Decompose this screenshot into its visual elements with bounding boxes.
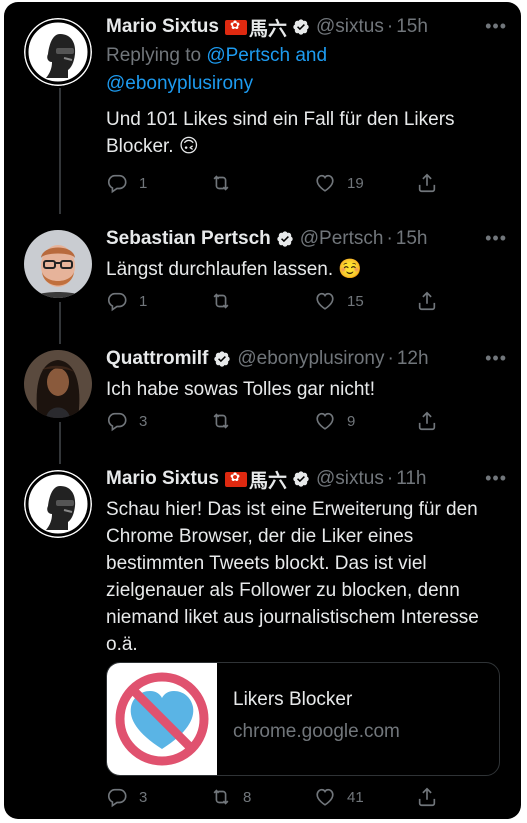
display-name[interactable]: Mario Sixtus	[106, 16, 219, 38]
separator-dot: ·	[386, 16, 394, 37]
share-button[interactable]	[416, 290, 438, 312]
tweet[interactable]: Mario Sixtus 馬六 @sixtus · 11h Schau hier…	[4, 454, 521, 819]
like-icon	[316, 174, 334, 192]
share-button[interactable]	[416, 410, 438, 432]
reply-button[interactable]: 1	[106, 172, 147, 194]
verified-badge-icon	[214, 351, 231, 367]
replying-to: Replying to @Pertsch and @ebonyplusirony	[106, 42, 507, 98]
tweet-thread: Mario Sixtus 馬六 @sixtus · 15h Replying t…	[4, 2, 521, 819]
timestamp[interactable]: 15h	[396, 228, 428, 250]
retweet-button[interactable]	[210, 172, 243, 194]
avatar[interactable]	[24, 230, 92, 298]
handle[interactable]: @Pertsch	[300, 228, 384, 250]
share-button[interactable]	[416, 786, 438, 808]
reply-button[interactable]: 3	[106, 786, 147, 808]
like-button[interactable]: 9	[314, 410, 355, 432]
more-icon[interactable]: •••	[485, 228, 507, 249]
share-icon	[418, 291, 436, 311]
tweet-text: Und 101 Likes sind ein Fall für den Like…	[106, 109, 455, 157]
more-icon[interactable]: •••	[485, 16, 507, 37]
retweet-icon	[213, 175, 229, 191]
display-name[interactable]: Quattromilf	[106, 348, 208, 370]
separator-dot: ·	[387, 348, 394, 369]
like-icon	[316, 412, 334, 430]
avatar[interactable]	[24, 18, 92, 86]
like-count: 15	[347, 292, 364, 310]
retweet-icon	[213, 789, 229, 805]
tweet[interactable]: Sebastian Pertsch @Pertsch · 15h Längst …	[4, 214, 521, 334]
reply-count: 1	[139, 174, 148, 192]
avatar[interactable]	[24, 470, 92, 538]
share-icon	[418, 173, 436, 193]
separator-dot: ·	[386, 468, 394, 489]
tweet-text: Längst durchlaufen lassen. ☺️	[106, 259, 363, 280]
reply-icon	[107, 174, 127, 194]
display-name-cjk: 馬六	[248, 17, 287, 40]
card-title: Likers Blocker	[233, 689, 353, 710]
retweet-button[interactable]	[210, 290, 243, 312]
timestamp[interactable]: 15h	[396, 16, 428, 38]
separator-dot: ·	[386, 228, 393, 249]
retweet-count: 8	[243, 788, 252, 806]
handle[interactable]: @sixtus	[316, 468, 384, 490]
reply-icon	[107, 788, 127, 808]
like-count: 41	[347, 788, 364, 806]
timestamp[interactable]: 11h	[396, 468, 426, 490]
reply-icon	[107, 292, 127, 312]
verified-badge-icon	[293, 19, 309, 35]
retweet-button[interactable]	[210, 410, 243, 432]
reply-count: 3	[139, 788, 148, 806]
display-name-cjk: 馬六	[248, 469, 287, 492]
hong-kong-flag-icon	[224, 18, 247, 35]
verified-badge-icon	[277, 231, 293, 247]
retweet-icon	[213, 293, 229, 309]
card-domain: chrome.google.com	[233, 721, 400, 742]
display-name[interactable]: Mario Sixtus	[106, 468, 219, 490]
share-icon	[418, 411, 436, 431]
share-button[interactable]	[416, 172, 438, 194]
reply-button[interactable]: 1	[106, 290, 147, 312]
tweet-text: Ich habe sowas Tolles gar nicht!	[106, 379, 375, 400]
share-icon	[418, 787, 436, 807]
reply-button[interactable]: 3	[106, 410, 147, 432]
replying-to-label: Replying to	[106, 45, 207, 66]
tweet[interactable]: Mario Sixtus 馬六 @sixtus · 15h Replying t…	[4, 2, 521, 212]
tweet[interactable]: Quattromilf @ebonyplusirony · 12h Ich ha…	[4, 334, 521, 454]
reply-count: 3	[139, 412, 148, 430]
like-button[interactable]: 41	[314, 786, 364, 808]
mention-link[interactable]: @ebonyplusirony	[106, 73, 253, 94]
link-card[interactable]: Likers Blocker chrome.google.com	[106, 662, 500, 776]
more-icon[interactable]: •••	[485, 348, 507, 369]
display-name[interactable]: Sebastian Pertsch	[106, 228, 271, 250]
like-count: 19	[347, 174, 364, 192]
card-thumbnail	[107, 663, 217, 775]
reply-icon	[107, 412, 127, 432]
retweet-icon	[213, 413, 229, 429]
tweet-text: Schau hier! Das ist eine Erweiterung für…	[106, 499, 479, 655]
replying-to-and[interactable]: and	[290, 45, 327, 66]
like-icon	[316, 292, 334, 310]
verified-badge-icon	[293, 471, 309, 487]
more-icon[interactable]: •••	[485, 468, 507, 489]
timestamp[interactable]: 12h	[397, 348, 429, 370]
handle[interactable]: @ebonyplusirony	[237, 348, 384, 370]
like-count: 9	[347, 412, 356, 430]
avatar[interactable]	[24, 350, 92, 418]
like-button[interactable]: 15	[314, 290, 364, 312]
like-button[interactable]: 19	[314, 172, 364, 194]
handle[interactable]: @sixtus	[316, 16, 384, 38]
reply-count: 1	[139, 292, 148, 310]
hong-kong-flag-icon	[224, 470, 247, 487]
like-icon	[316, 788, 334, 806]
retweet-button[interactable]: 8	[210, 786, 251, 808]
mention-link[interactable]: @Pertsch	[206, 45, 290, 66]
